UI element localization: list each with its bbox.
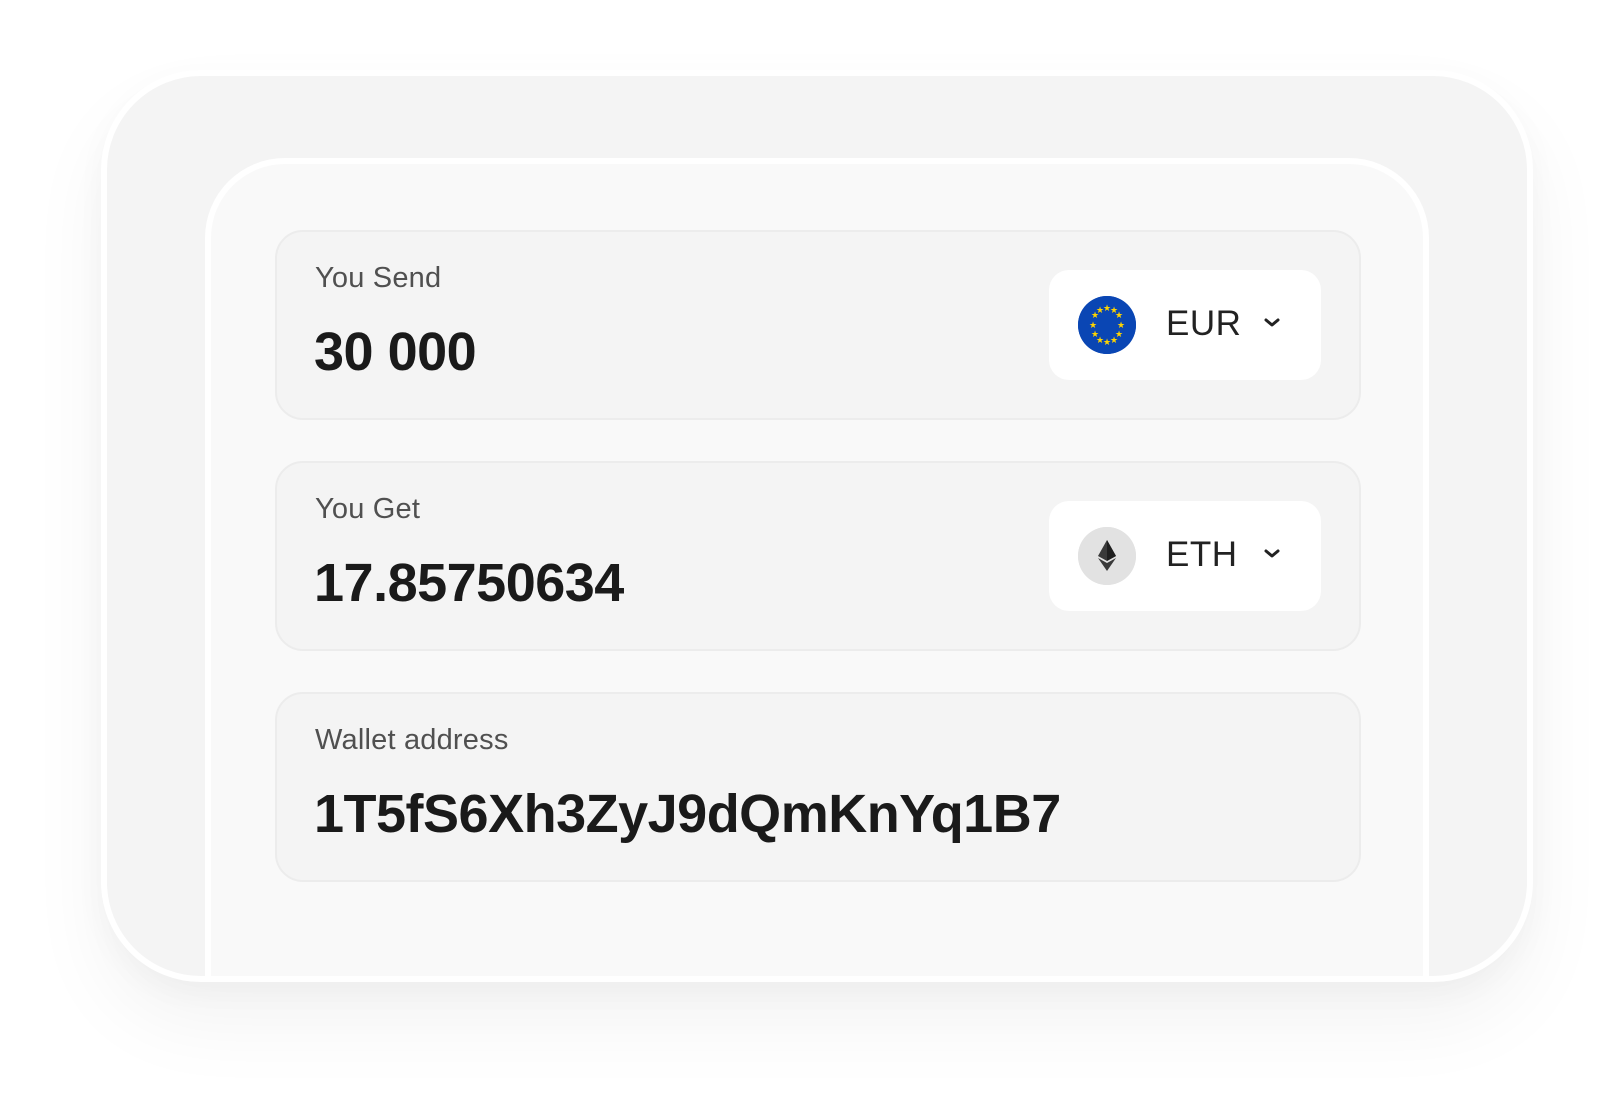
ethereum-icon (1078, 527, 1136, 585)
get-amount-field[interactable]: You Get 17.85750634 ETH (275, 461, 1361, 651)
send-amount-input[interactable]: 30 000 (314, 320, 477, 385)
send-amount-field[interactable]: You Send 30 000 ★ ★ ★ ★ ★ ★ ★ ★ ★ ★ ★ ★ … (275, 230, 1361, 420)
send-currency-code: EUR (1166, 304, 1242, 343)
get-label: You Get (315, 493, 421, 525)
exchange-panel: You Send 30 000 ★ ★ ★ ★ ★ ★ ★ ★ ★ ★ ★ ★ … (205, 158, 1429, 976)
svg-text:★: ★ (1089, 321, 1097, 331)
wallet-label: Wallet address (315, 724, 509, 756)
eu-flag-icon: ★ ★ ★ ★ ★ ★ ★ ★ ★ ★ ★ ★ (1078, 296, 1136, 354)
svg-text:★: ★ (1103, 338, 1111, 348)
wallet-address-field[interactable]: Wallet address 1T5fS6Xh3ZyJ9dQmKnYq1B7 (275, 692, 1361, 882)
svg-text:★: ★ (1115, 311, 1123, 321)
chevron-down-icon (1262, 543, 1282, 563)
svg-text:★: ★ (1096, 306, 1104, 316)
send-currency-select[interactable]: ★ ★ ★ ★ ★ ★ ★ ★ ★ ★ ★ ★ EUR (1049, 270, 1321, 380)
chevron-down-icon (1262, 312, 1282, 332)
svg-text:★: ★ (1091, 330, 1099, 340)
get-currency-code: ETH (1166, 535, 1238, 574)
get-currency-select[interactable]: ETH (1049, 501, 1321, 611)
svg-text:★: ★ (1110, 336, 1118, 346)
get-amount-value[interactable]: 17.85750634 (314, 551, 624, 616)
send-label: You Send (315, 262, 442, 294)
wallet-address-input[interactable]: 1T5fS6Xh3ZyJ9dQmKnYq1B7 (314, 782, 1061, 847)
widget-outer-frame: You Send 30 000 ★ ★ ★ ★ ★ ★ ★ ★ ★ ★ ★ ★ … (101, 70, 1533, 982)
